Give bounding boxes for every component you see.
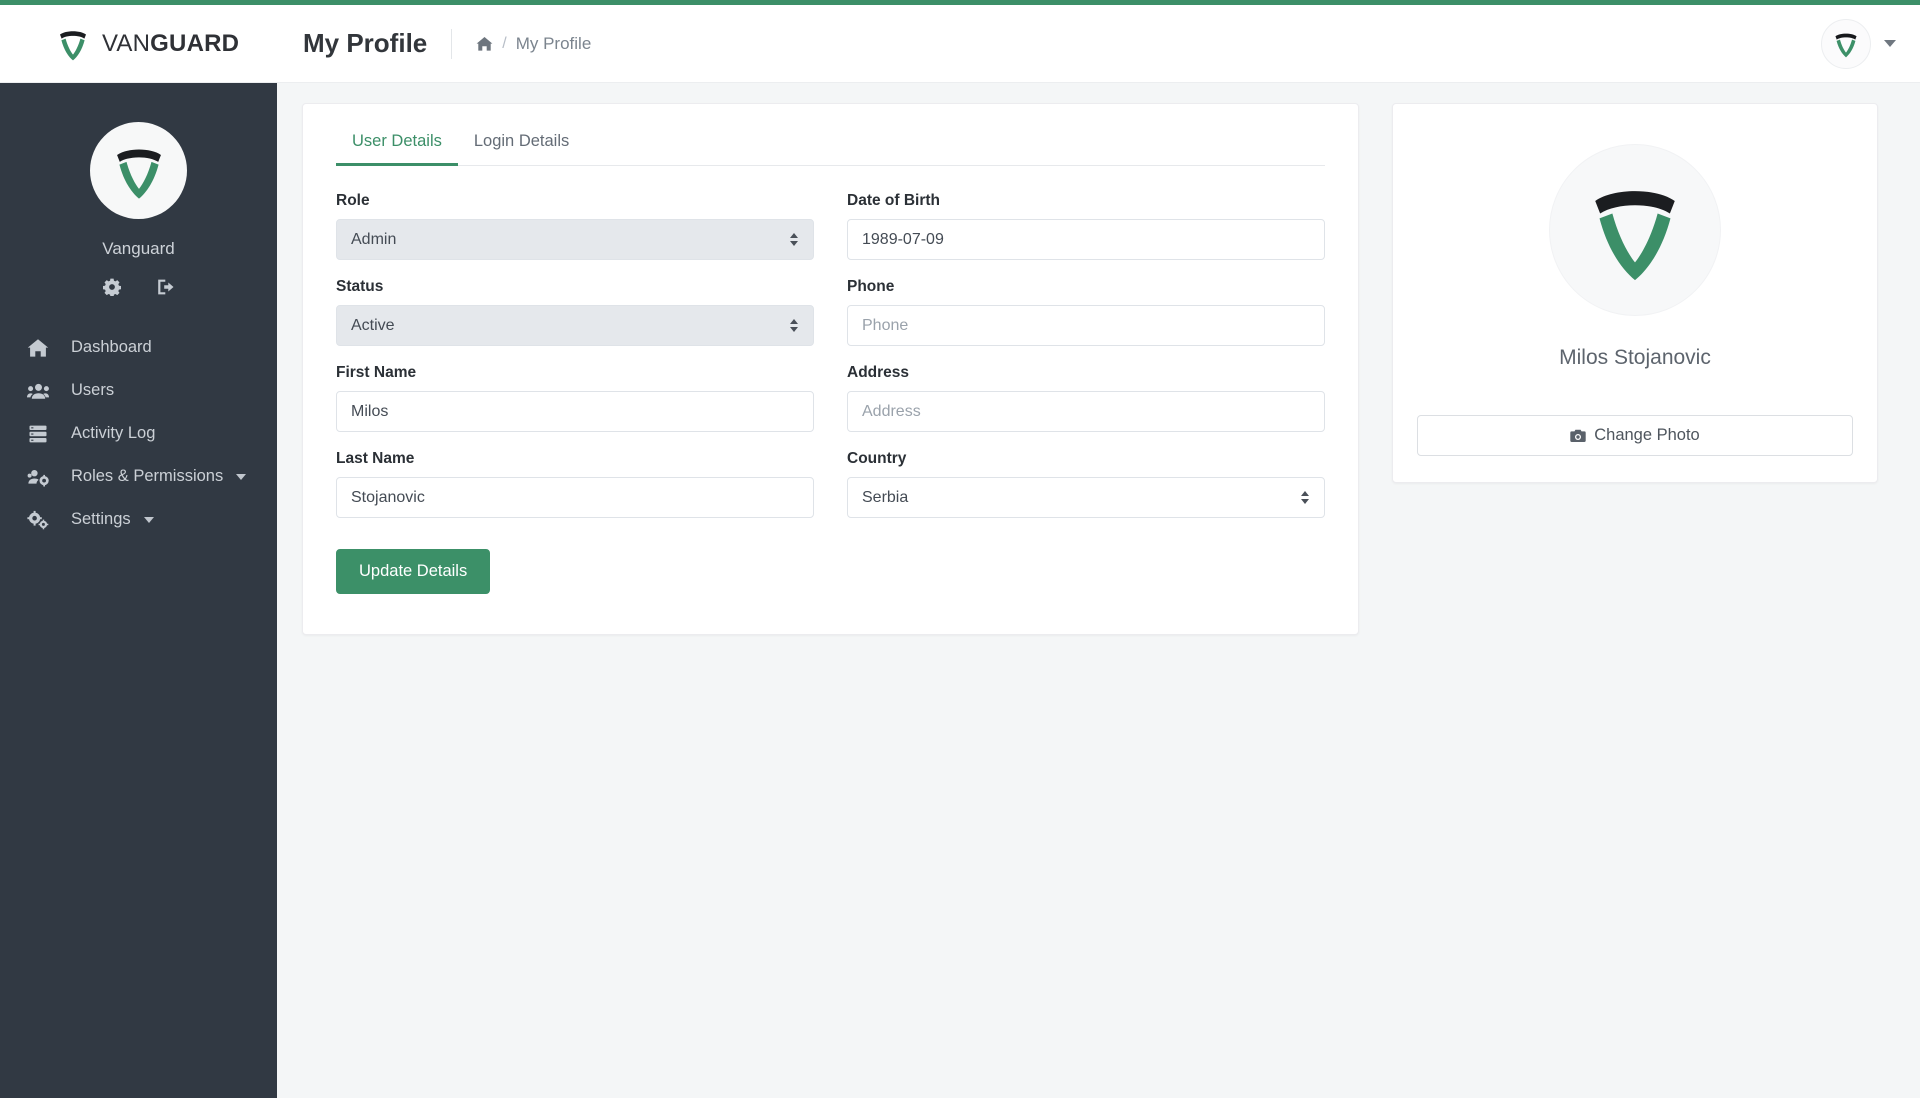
shield-v-logo-icon: [1835, 33, 1857, 57]
select-spinner-icon: [790, 232, 799, 248]
user-details-form: Role Admin Date of Birth 1989-07-09 Stat…: [336, 166, 1325, 594]
chevron-down-icon[interactable]: [236, 473, 247, 480]
field-label-date-of-birth: Date of Birth: [847, 192, 940, 209]
role-select[interactable]: Admin: [336, 219, 814, 260]
brand-name-bold: GUARD: [150, 29, 240, 57]
sidebar-item-label: Roles & Permissions: [71, 467, 224, 485]
sidebar-item-label: Settings: [71, 510, 131, 528]
field-date-of-birth: Date of Birth 1989-07-09: [847, 192, 1325, 260]
address-placeholder: Address: [862, 402, 921, 420]
field-label-last-name: Last Name: [336, 450, 415, 467]
home-icon[interactable]: [476, 36, 493, 52]
logout-icon[interactable]: [157, 278, 175, 296]
role-select-value: Admin: [351, 230, 397, 248]
status-select[interactable]: Active: [336, 305, 814, 346]
brand-name: VANGUARD: [102, 30, 239, 58]
tab-login-details[interactable]: Login Details: [458, 123, 585, 166]
top-accent-bar: [0, 0, 1920, 5]
brand-name-light: VAN: [102, 29, 151, 57]
settings-icon[interactable]: [102, 278, 121, 297]
phone-placeholder: Phone: [862, 316, 909, 334]
date-of-birth-input[interactable]: 1989-07-09: [847, 219, 1325, 260]
sidebar-item-users[interactable]: Users: [0, 369, 277, 412]
field-label-phone: Phone: [847, 278, 895, 295]
phone-input[interactable]: Phone: [847, 305, 1325, 346]
sidebar-item-roles-permissions[interactable]: Roles & Permissions: [0, 455, 277, 498]
sidebar-profile: Vanguard: [0, 83, 277, 297]
user-details-card: User Details Login Details Role Admin Da…: [302, 103, 1359, 635]
users-icon: [27, 381, 49, 401]
sidebar-quick-actions: [0, 278, 277, 297]
tab-user-details[interactable]: User Details: [336, 123, 458, 166]
first-name-value: Milos: [351, 402, 389, 420]
select-spinner-icon: [790, 318, 799, 334]
country-select[interactable]: Serbia: [847, 477, 1325, 518]
field-label-address: Address: [847, 364, 910, 381]
header-user-menu[interactable]: [1821, 18, 1896, 69]
sidebar-nav: Dashboard Users Activity Log Roles & Per…: [0, 326, 277, 541]
field-label-status: Status: [336, 278, 384, 295]
update-details-button[interactable]: Update Details: [336, 549, 491, 594]
form-actions: Update Details: [336, 549, 814, 594]
field-status: Status Active: [336, 278, 814, 346]
users-cog-icon: [27, 467, 49, 487]
breadcrumb-separator: /: [502, 34, 507, 52]
avatar[interactable]: [1821, 18, 1871, 69]
change-photo-label: Change Photo: [1594, 426, 1700, 444]
profile-photo-card: Milos Stojanovic Change Photo: [1392, 103, 1878, 483]
first-name-input[interactable]: Milos: [336, 391, 814, 432]
field-last-name: Last Name Stojanovic: [336, 450, 814, 518]
field-country: Country Serbia: [847, 450, 1325, 518]
shield-v-logo-icon: [116, 149, 161, 199]
country-select-value: Serbia: [862, 488, 909, 506]
status-select-value: Active: [351, 316, 395, 334]
profile-avatar: [1549, 144, 1721, 316]
shield-v-logo-icon: [57, 27, 89, 61]
brand-logo[interactable]: VANGUARD: [0, 5, 272, 82]
field-label-country: Country: [847, 450, 907, 467]
field-first-name: First Name Milos: [336, 364, 814, 432]
chevron-down-icon[interactable]: [1884, 40, 1896, 47]
breadcrumb-current: My Profile: [515, 33, 592, 53]
chevron-down-icon[interactable]: [143, 516, 154, 523]
sidebar: Vanguard Dashboard Users Activity Log Ro…: [0, 83, 277, 1098]
address-input[interactable]: Address: [847, 391, 1325, 432]
change-photo-button[interactable]: Change Photo: [1417, 415, 1853, 456]
sidebar-avatar[interactable]: [90, 122, 187, 219]
sidebar-item-settings[interactable]: Settings: [0, 498, 277, 541]
sidebar-item-activity-log[interactable]: Activity Log: [0, 412, 277, 455]
last-name-value: Stojanovic: [351, 488, 425, 506]
home-icon: [27, 338, 49, 358]
sidebar-user-name: Vanguard: [102, 239, 175, 258]
main-content: User Details Login Details Role Admin Da…: [277, 83, 1920, 1098]
cogs-icon: [27, 510, 49, 530]
tab-bar: User Details Login Details: [336, 104, 1325, 166]
select-spinner-icon: [1301, 490, 1310, 506]
field-label-first-name: First Name: [336, 364, 417, 381]
server-icon: [27, 424, 49, 444]
field-address: Address Address: [847, 364, 1325, 432]
sidebar-item-label: Users: [71, 381, 115, 399]
date-of-birth-value: 1989-07-09: [862, 230, 944, 248]
last-name-input[interactable]: Stojanovic: [336, 477, 814, 518]
header-divider: [451, 28, 453, 59]
field-label-role: Role: [336, 192, 370, 209]
camera-icon: [1570, 429, 1586, 443]
sidebar-item-dashboard[interactable]: Dashboard: [0, 326, 277, 369]
profile-user-name: Milos Stojanovic: [1559, 346, 1711, 369]
shield-v-logo-icon: [1595, 191, 1675, 281]
sidebar-item-label: Activity Log: [71, 424, 156, 442]
sidebar-item-label: Dashboard: [71, 338, 152, 356]
breadcrumb: / My Profile: [476, 34, 591, 54]
top-header: VANGUARD My Profile / My Profile: [0, 5, 1920, 83]
field-role: Role Admin: [336, 192, 814, 260]
page-title: My Profile: [303, 28, 428, 58]
field-phone: Phone Phone: [847, 278, 1325, 346]
